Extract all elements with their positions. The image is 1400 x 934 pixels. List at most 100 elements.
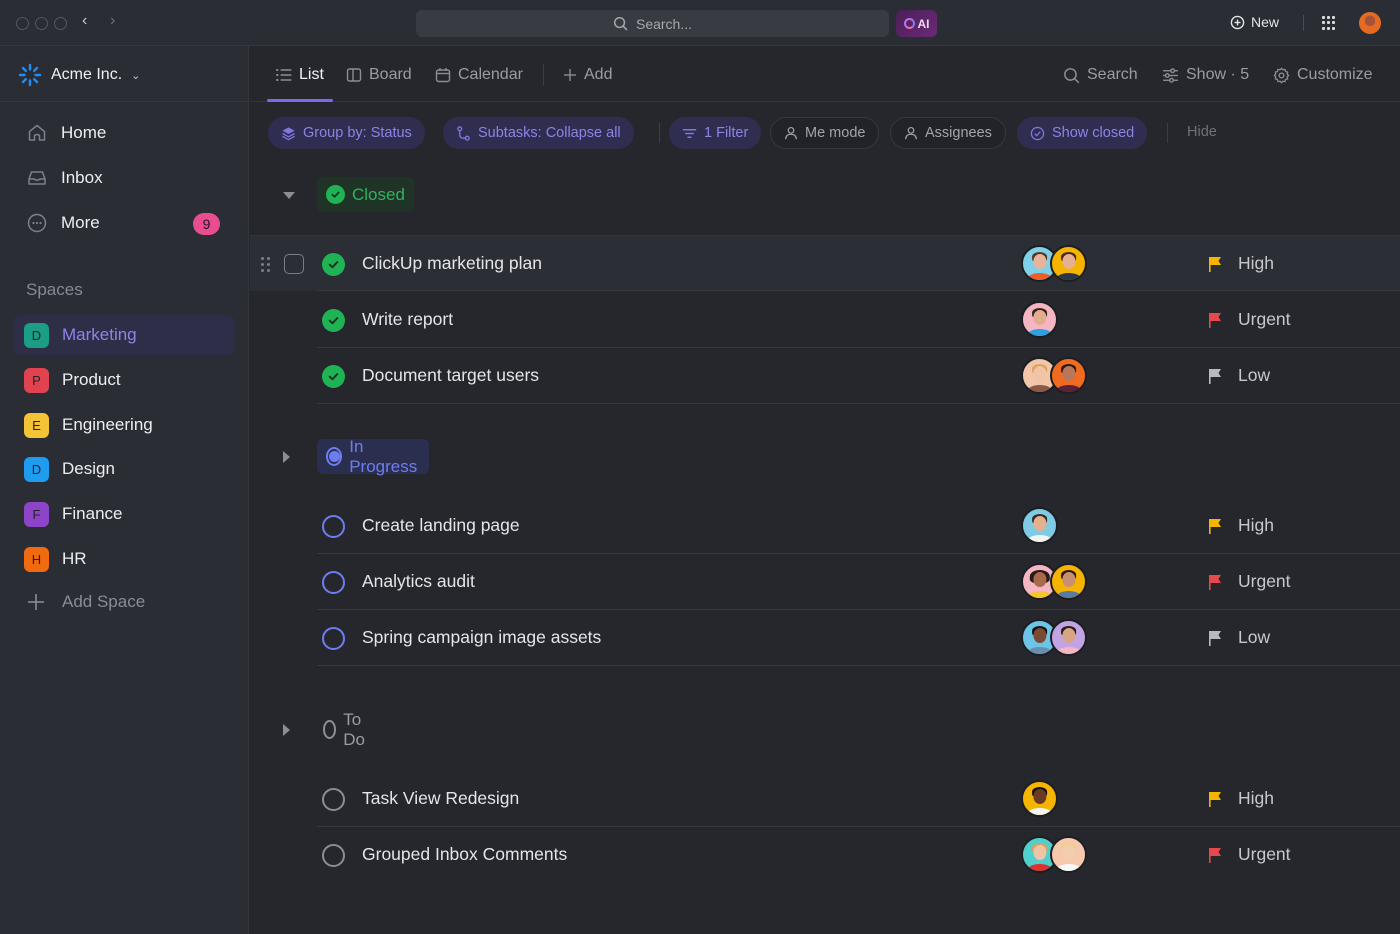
task-row[interactable]: Analytics audit Urgent bbox=[250, 554, 1400, 610]
task-name[interactable]: Grouped Inbox Comments bbox=[362, 844, 567, 865]
filter-chip[interactable]: 1 Filter bbox=[669, 117, 762, 149]
sidebar-item-more[interactable]: More bbox=[26, 211, 100, 235]
space-marketing[interactable]: D Marketing bbox=[13, 315, 235, 355]
back-arrow-icon[interactable]: ‹ bbox=[82, 12, 87, 30]
task-name[interactable]: ClickUp marketing plan bbox=[362, 253, 542, 274]
assignee-avatar[interactable] bbox=[1050, 357, 1087, 394]
show-closed-chip[interactable]: Show closed bbox=[1017, 117, 1148, 149]
me-mode-chip[interactable]: Me mode bbox=[770, 117, 880, 149]
tab-label: Board bbox=[369, 66, 412, 83]
expand-caret-icon[interactable] bbox=[283, 451, 290, 463]
customize-button[interactable]: Customize bbox=[1273, 64, 1373, 86]
tab-board[interactable]: Board bbox=[346, 64, 412, 86]
hide-button[interactable]: Hide bbox=[1187, 124, 1217, 140]
user-avatar[interactable] bbox=[1359, 12, 1381, 34]
assignees[interactable] bbox=[1021, 619, 1087, 656]
task-row[interactable]: Spring campaign image assets Low bbox=[250, 610, 1400, 666]
tab-list[interactable]: List bbox=[276, 64, 324, 86]
show-fields-button[interactable]: Show · 5 bbox=[1162, 64, 1249, 86]
task-status-open-icon[interactable] bbox=[322, 515, 345, 538]
sidebar-item-inbox[interactable]: Inbox bbox=[26, 166, 103, 190]
assignees-chip[interactable]: Assignees bbox=[890, 117, 1006, 149]
task-row[interactable]: ClickUp marketing plan High bbox=[250, 235, 1400, 291]
search-tasks-button[interactable]: Search bbox=[1063, 64, 1138, 86]
task-status-done-icon[interactable] bbox=[322, 309, 345, 332]
task-name[interactable]: Spring campaign image assets bbox=[362, 627, 601, 648]
status-pill-closed[interactable]: Closed bbox=[317, 177, 414, 212]
task-status-open-icon[interactable] bbox=[322, 571, 345, 594]
assignee-avatar[interactable] bbox=[1050, 836, 1087, 873]
task-status-open-icon[interactable] bbox=[322, 788, 345, 811]
sidebar-item-home[interactable]: Home bbox=[26, 121, 106, 145]
assignees[interactable] bbox=[1021, 836, 1087, 873]
assignee-avatar[interactable] bbox=[1021, 301, 1058, 338]
priority-high[interactable]: High bbox=[1206, 515, 1274, 536]
task-row[interactable]: Write report Urgent bbox=[250, 292, 1400, 348]
subtasks-chip[interactable]: Subtasks: Collapse all bbox=[443, 117, 634, 149]
task-row[interactable]: Grouped Inbox Comments Urgent bbox=[250, 827, 1400, 883]
apps-grid-icon[interactable] bbox=[1322, 16, 1336, 30]
drag-handle-icon[interactable] bbox=[261, 257, 270, 272]
space-label: Engineering bbox=[62, 415, 153, 434]
tab-calendar[interactable]: Calendar bbox=[435, 64, 523, 86]
task-name[interactable]: Create landing page bbox=[362, 515, 520, 536]
task-row[interactable]: Document target users Low bbox=[250, 348, 1400, 404]
flag-icon bbox=[1209, 574, 1221, 590]
task-status-open-icon[interactable] bbox=[322, 627, 345, 650]
space-product[interactable]: P Product bbox=[13, 360, 235, 400]
row-checkbox[interactable] bbox=[284, 254, 304, 274]
task-status-done-icon[interactable] bbox=[322, 365, 345, 388]
priority-high[interactable]: High bbox=[1206, 788, 1274, 809]
status-pill-to-do[interactable]: To Do bbox=[317, 709, 380, 749]
priority-low[interactable]: Low bbox=[1206, 627, 1270, 648]
task-name[interactable]: Analytics audit bbox=[362, 571, 475, 592]
assignees[interactable] bbox=[1021, 507, 1058, 544]
assignees[interactable] bbox=[1021, 357, 1087, 394]
assignees[interactable] bbox=[1021, 563, 1087, 600]
space-hr[interactable]: H HR bbox=[13, 539, 235, 579]
forward-arrow-icon[interactable]: › bbox=[110, 12, 115, 30]
task-status-open-icon[interactable] bbox=[322, 844, 345, 867]
assignee-avatar[interactable] bbox=[1021, 507, 1058, 544]
assignee-avatar[interactable] bbox=[1021, 780, 1058, 817]
global-search-input[interactable]: Search... bbox=[416, 10, 889, 37]
gear-icon bbox=[1273, 67, 1290, 83]
priority-urgent[interactable]: Urgent bbox=[1206, 844, 1291, 865]
space-finance[interactable]: F Finance bbox=[13, 494, 235, 534]
priority-low[interactable]: Low bbox=[1206, 365, 1270, 386]
task-name[interactable]: Write report bbox=[362, 309, 453, 330]
workspace-switcher[interactable]: Acme Inc. ⌄ bbox=[18, 63, 140, 87]
space-design[interactable]: D Design bbox=[13, 449, 235, 489]
assignee-avatar[interactable] bbox=[1050, 563, 1087, 600]
add-space-button[interactable]: Add Space bbox=[27, 592, 145, 612]
status-pill-in-progress[interactable]: In Progress bbox=[317, 437, 430, 476]
task-status-done-icon[interactable] bbox=[322, 253, 345, 276]
add-view-button[interactable]: Add bbox=[563, 64, 612, 86]
space-avatar: F bbox=[24, 501, 49, 527]
priority-urgent[interactable]: Urgent bbox=[1206, 309, 1291, 330]
priority-urgent[interactable]: Urgent bbox=[1206, 571, 1291, 592]
collapse-caret-icon[interactable] bbox=[283, 192, 295, 199]
task-row[interactable]: Task View Redesign High bbox=[250, 771, 1400, 827]
person-icon bbox=[785, 126, 797, 140]
chip-label: Me mode bbox=[805, 125, 866, 141]
ai-button[interactable]: AI bbox=[896, 10, 937, 37]
assignees[interactable] bbox=[1021, 780, 1058, 817]
task-row[interactable]: Create landing page High bbox=[250, 498, 1400, 554]
zoom-window-button[interactable] bbox=[54, 17, 67, 30]
assignee-avatar[interactable] bbox=[1050, 619, 1087, 656]
priority-high[interactable]: High bbox=[1206, 253, 1274, 274]
new-button[interactable]: New bbox=[1230, 14, 1279, 30]
close-window-button[interactable] bbox=[16, 17, 29, 30]
assignees[interactable] bbox=[1021, 245, 1087, 282]
minimize-window-button[interactable] bbox=[35, 17, 48, 30]
group-by-chip[interactable]: Group by: Status bbox=[268, 117, 425, 149]
divider bbox=[1303, 15, 1304, 31]
space-engineering[interactable]: E Engineering bbox=[13, 405, 235, 445]
assignee-avatar[interactable] bbox=[1050, 245, 1087, 282]
assignees[interactable] bbox=[1021, 301, 1058, 338]
expand-caret-icon[interactable] bbox=[283, 724, 290, 736]
task-name[interactable]: Document target users bbox=[362, 365, 539, 386]
status-label: To Do bbox=[343, 709, 365, 749]
task-name[interactable]: Task View Redesign bbox=[362, 788, 519, 809]
